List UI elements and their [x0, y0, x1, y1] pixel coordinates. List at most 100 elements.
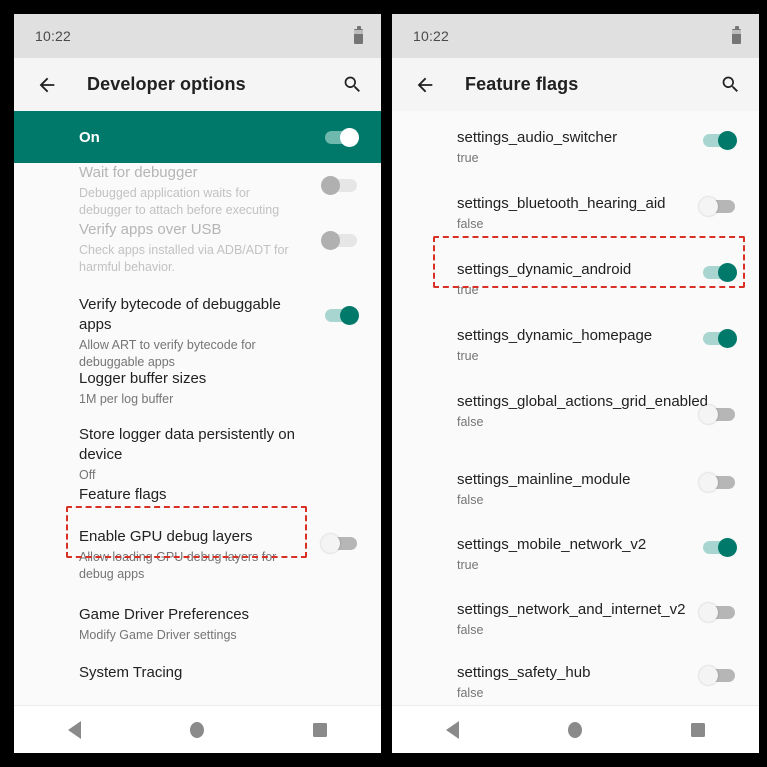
list-item[interactable]: Enable GPU debug layers Allow loading GP… — [14, 519, 381, 593]
list-item-summary: true — [457, 558, 479, 572]
list-item-toggle[interactable] — [699, 130, 737, 150]
list-item[interactable]: Store logger data persistently on device… — [14, 415, 381, 482]
left-phone-screen: 10:22 Developer options On Wait for debu… — [14, 14, 381, 753]
list-item-summary: Check apps installed via ADB/ADT for har… — [79, 243, 289, 274]
feature-flags-list[interactable]: settings_audio_switcher true settings_bl… — [392, 111, 759, 706]
master-switch-toggle[interactable] — [321, 127, 359, 147]
list-item-toggle[interactable] — [321, 533, 359, 553]
switch-thumb — [321, 175, 340, 195]
list-item-toggle[interactable] — [699, 196, 737, 216]
battery-icon — [732, 25, 741, 44]
list-item-title: Enable GPU debug layers — [79, 528, 253, 545]
list-item-toggle[interactable] — [321, 305, 359, 325]
switch-thumb — [699, 196, 718, 216]
list-item[interactable]: settings_network_and_internet_v2 false — [392, 585, 759, 648]
switch-thumb — [718, 328, 737, 348]
list-item-summary: false — [457, 217, 484, 231]
list-item-title: settings_dynamic_android — [457, 261, 632, 278]
search-icon[interactable] — [339, 72, 365, 98]
status-bar: 10:22 — [392, 14, 759, 58]
nav-recents-icon[interactable] — [312, 722, 327, 737]
list-item-title: settings_dynamic_homepage — [457, 327, 653, 344]
nav-back-icon[interactable] — [68, 720, 82, 739]
list-item-toggle[interactable] — [321, 230, 359, 250]
switch-thumb — [699, 472, 718, 492]
list-item[interactable]: settings_audio_switcher true — [392, 111, 759, 178]
switch-thumb — [718, 537, 737, 557]
list-item[interactable]: settings_safety_hub false — [392, 648, 759, 706]
list-item[interactable]: Verify apps over USB Check apps installe… — [14, 208, 381, 282]
list-item-title: Game Driver Preferences — [79, 606, 250, 623]
list-item[interactable]: settings_bluetooth_hearing_aid false — [392, 178, 759, 244]
switch-thumb — [718, 130, 737, 150]
status-bar-clock: 10:22 — [413, 28, 450, 44]
list-item[interactable]: Game Driver Preferences Modify Game Driv… — [14, 593, 381, 651]
list-item-summary: Modify Game Driver settings — [79, 628, 237, 642]
status-bar-clock: 10:22 — [35, 28, 72, 44]
back-arrow-icon[interactable] — [412, 72, 438, 98]
list-item-toggle[interactable] — [321, 175, 359, 195]
list-item-summary: true — [457, 151, 479, 165]
switch-thumb — [321, 230, 340, 250]
list-item-title: settings_network_and_internet_v2 — [457, 601, 686, 618]
list-item-summary: true — [457, 283, 479, 297]
list-item-summary: false — [457, 623, 484, 637]
list-item[interactable]: settings_mainline_module false — [392, 455, 759, 520]
list-item-toggle[interactable] — [699, 537, 737, 557]
switch-thumb — [340, 305, 359, 325]
switch-thumb — [321, 533, 340, 553]
list-item[interactable]: System Tracing — [14, 651, 381, 691]
nav-home-icon[interactable] — [189, 721, 204, 738]
list-item[interactable]: settings_global_actions_grid_enabled fal… — [392, 376, 759, 455]
list-item-summary: 1M per log buffer — [79, 392, 174, 406]
app-bar: Developer options — [14, 58, 381, 111]
nav-home-icon[interactable] — [567, 721, 582, 738]
list-item-toggle[interactable] — [699, 472, 737, 492]
list-item-toggle[interactable] — [699, 665, 737, 685]
list-item-summary: Allow loading GPU debug layers for debug… — [79, 550, 277, 581]
battery-icon — [354, 25, 363, 44]
list-item[interactable]: Logger buffer sizes 1M per log buffer — [14, 357, 381, 415]
list-item-title: Feature flags — [79, 486, 167, 503]
list-item-title: Logger buffer sizes — [79, 370, 207, 387]
screenshot-stage: 10:22 Developer options On Wait for debu… — [0, 0, 767, 767]
developer-options-list[interactable]: Wait for debugger Debugged application w… — [14, 163, 381, 705]
list-item-title: settings_bluetooth_hearing_aid — [457, 195, 666, 212]
app-bar: Feature flags — [392, 58, 759, 111]
search-icon[interactable] — [717, 72, 743, 98]
list-item-title: settings_mainline_module — [457, 471, 631, 488]
list-item-toggle[interactable] — [699, 404, 737, 424]
right-phone-screen: 10:22 Feature flags settings_audio_switc… — [392, 14, 759, 753]
list-item-title: System Tracing — [79, 664, 183, 681]
list-item-title: Wait for debugger — [79, 164, 198, 181]
list-item-summary: true — [457, 349, 479, 363]
list-item[interactable]: Wait for debugger Debugged application w… — [14, 163, 381, 217]
list-item-title: settings_global_actions_grid_enabled — [457, 393, 709, 410]
list-item-settings-dynamic-android[interactable]: settings_dynamic_android true — [392, 244, 759, 310]
list-item-title: settings_mobile_network_v2 — [457, 536, 647, 553]
list-item-toggle[interactable] — [699, 602, 737, 622]
status-bar: 10:22 — [14, 14, 381, 58]
switch-thumb — [718, 262, 737, 282]
nav-back-icon[interactable] — [446, 720, 460, 739]
list-item[interactable]: settings_mobile_network_v2 true — [392, 520, 759, 585]
list-item[interactable]: settings_dynamic_homepage true — [392, 310, 759, 376]
switch-thumb — [699, 404, 718, 424]
list-item-summary: false — [457, 415, 484, 429]
nav-recents-icon[interactable] — [690, 722, 705, 737]
list-item-feature-flags[interactable]: Feature flags — [14, 467, 381, 519]
nav-bar — [14, 705, 381, 753]
page-title: Developer options — [87, 74, 246, 94]
switch-thumb — [340, 127, 359, 147]
list-item-title: Verify apps over USB — [79, 221, 222, 238]
developer-options-master-switch-row[interactable]: On — [14, 111, 381, 163]
list-item-title: Store logger data persistently on device — [79, 426, 295, 463]
list-item-title: Verify bytecode of debuggable apps — [79, 296, 281, 333]
list-item-toggle[interactable] — [699, 328, 737, 348]
list-item[interactable]: Verify bytecode of debuggable apps Allow… — [14, 282, 381, 369]
nav-bar — [392, 705, 759, 753]
list-item-toggle[interactable] — [699, 262, 737, 282]
back-arrow-icon[interactable] — [34, 72, 60, 98]
list-item-summary: false — [457, 493, 484, 507]
switch-thumb — [699, 665, 718, 685]
